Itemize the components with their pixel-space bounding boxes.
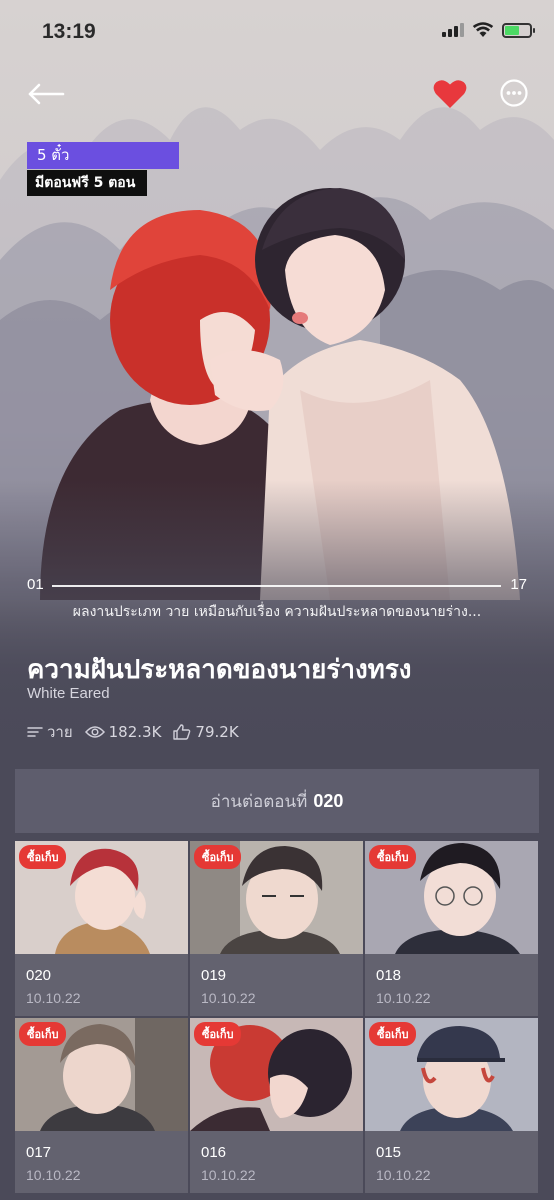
buy-badge: ซื้อเก็บ [369, 1022, 417, 1046]
progress-start-label: 01 [27, 576, 44, 593]
episode-number: 019 [201, 967, 227, 984]
episode-number: 020 [26, 967, 52, 984]
episode-date: 10.10.22 [376, 990, 431, 1006]
episode-card[interactable]: ซื้อเก็บ 016 10.10.22 [190, 1018, 363, 1193]
continue-reading-button[interactable]: อ่านต่อตอนที่ 020 [15, 769, 539, 833]
battery-icon [502, 22, 535, 38]
genre-stat: วาย [27, 720, 73, 744]
buy-badge: ซื้อเก็บ [194, 1022, 242, 1046]
episode-date: 10.10.22 [201, 1167, 256, 1183]
likes-count: 79.2K [195, 723, 239, 741]
list-lines-icon [27, 727, 43, 737]
status-icons [442, 22, 535, 38]
ticket-price-badge: 5 ตั๋ว [27, 142, 179, 169]
progress-end-label: 17 [510, 576, 527, 593]
buy-badge: ซื้อเก็บ [19, 845, 67, 869]
thumbs-up-icon [173, 724, 191, 740]
heart-icon[interactable] [432, 78, 468, 110]
episode-number: 016 [201, 1144, 227, 1161]
wifi-icon [472, 22, 494, 37]
similar-genre-text: ผลงานประเภท วาย เหมือนกับเรื่อง ความฝันป… [72, 604, 482, 620]
episode-grid: ซื้อเก็บ 020 10.10.22 ซื้อเก็บ 019 10.10… [15, 841, 539, 1193]
page-title: ความฝันประหลาดของนายร่างทรง [27, 655, 412, 685]
episode-number: 018 [376, 967, 402, 984]
episode-date: 10.10.22 [26, 990, 81, 1006]
episode-number: 017 [26, 1144, 52, 1161]
likes-stat: 79.2K [173, 723, 239, 741]
cellular-signal-icon [442, 23, 464, 37]
status-time: 13:19 [42, 20, 96, 43]
continue-label: อ่านต่อตอนที่ [210, 791, 308, 812]
cover-progress[interactable]: 01 17 [27, 576, 527, 596]
episode-date: 10.10.22 [26, 1167, 81, 1183]
episode-card[interactable]: ซื้อเก็บ 017 10.10.22 [15, 1018, 188, 1193]
episode-number: 015 [376, 1144, 402, 1161]
episode-card[interactable]: ซื้อเก็บ 015 10.10.22 [365, 1018, 538, 1193]
arrow-left-icon[interactable] [26, 78, 66, 110]
views-count: 182.3K [108, 723, 162, 741]
episode-date: 10.10.22 [201, 990, 256, 1006]
episode-card[interactable]: ซื้อเก็บ 018 10.10.22 [365, 841, 538, 1016]
more-dots-icon[interactable] [499, 78, 529, 108]
episode-card[interactable]: ซื้อเก็บ 019 10.10.22 [190, 841, 363, 1016]
status-bar: 13:19 [0, 0, 554, 66]
top-nav [0, 70, 554, 120]
buy-badge: ซื้อเก็บ [19, 1022, 67, 1046]
stats-row: วาย 182.3K 79.2K [27, 720, 239, 744]
buy-badge: ซื้อเก็บ [194, 845, 242, 869]
progress-track[interactable] [52, 585, 501, 587]
eye-icon [84, 726, 105, 738]
author-name: White Eared [27, 685, 110, 702]
buy-badge: ซื้อเก็บ [369, 845, 417, 869]
continue-episode-number: 020 [313, 790, 344, 811]
views-stat: 182.3K [84, 723, 162, 741]
genre-label: วาย [47, 723, 73, 741]
free-episodes-badge: มีตอนฟรี 5 ตอน [27, 170, 148, 196]
episode-date: 10.10.22 [376, 1167, 431, 1183]
episode-card[interactable]: ซื้อเก็บ 020 10.10.22 [15, 841, 188, 1016]
